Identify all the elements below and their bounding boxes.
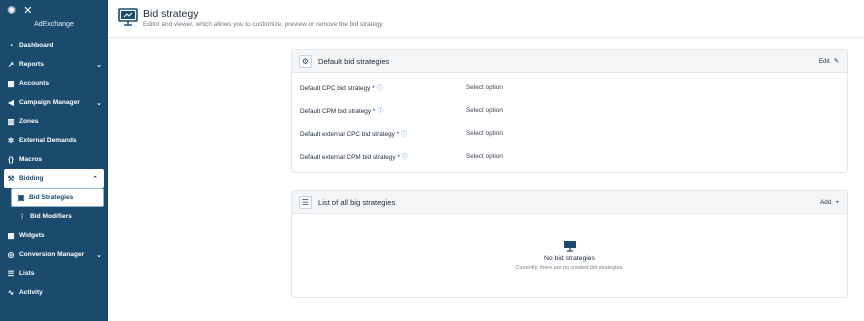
megaphone-icon: ◀ — [8, 98, 14, 107]
zones-icon: ▥ — [7, 117, 15, 126]
default-bid-strategies-card: ⚙ Default bid strategies Edit ✎ Default … — [291, 49, 848, 173]
sidebar-item-label: Lists — [19, 270, 35, 277]
setting-row: Default external CPC bid strategy * ⓘ Sel… — [292, 122, 847, 145]
bid-strategies-list-card: ☰ List of all big strategies Add + No bi… — [291, 190, 848, 298]
sidebar-item-conversion-manager[interactable]: ◎ Conversion Manager ⌄ — [0, 245, 108, 264]
sidebar-item-label: Bid Strategies — [29, 194, 74, 201]
sliders-icon: ⫶ — [21, 211, 23, 221]
sidebar-item-label: Dashboard — [19, 42, 54, 49]
gauge-icon: ◔ — [8, 41, 14, 50]
gear-icon: ✲ — [7, 136, 15, 145]
setting-label: Default CPM bid strategy * — [300, 108, 376, 115]
sidebar-item-accounts[interactable]: ▦ Accounts — [0, 74, 108, 93]
sidebar-item-lists[interactable]: ☰ Lists — [0, 264, 108, 283]
sidebar-item-label: External Demands — [19, 137, 77, 144]
accounts-icon: ▦ — [7, 79, 15, 88]
setting-row: Default external CPM bid strategy * ⓘ Sel… — [292, 145, 847, 168]
gear-icon: ⚙ — [299, 54, 312, 68]
widgets-icon: ▦ — [7, 231, 15, 240]
cpc-strategy-select[interactable]: Select option — [466, 84, 503, 91]
sidebar-header: ✺ ✕ AdExchange — [0, 0, 108, 34]
sidebar-item-widgets[interactable]: ▦ Widgets — [0, 226, 108, 245]
chevron-down-icon[interactable]: ⌄ — [96, 61, 102, 69]
info-icon[interactable]: ⓘ — [401, 132, 407, 138]
add-button[interactable]: Add + — [820, 199, 839, 206]
setting-label: Default external CPM bid strategy * — [300, 154, 400, 161]
sidebar-item-dashboard[interactable]: ◔ Dashboard — [0, 36, 108, 55]
presentation-icon — [118, 8, 138, 26]
list-icon: ☰ — [299, 195, 312, 209]
sidebar-item-label: Activity — [19, 289, 43, 296]
setting-label: Default CPC bid strategy * — [300, 85, 375, 92]
external-cpm-strategy-select[interactable]: Select option — [466, 153, 503, 160]
presentation-icon — [563, 241, 576, 252]
card-title: Default bid strategies — [318, 56, 390, 66]
page-header: Bid strategy Editor and viewer, which al… — [108, 0, 864, 38]
braces-icon: {} — [8, 155, 14, 164]
bidding-submenu: ▣ Bid Strategies ⫶ Bid Modifiers — [0, 188, 108, 226]
gavel-icon: ⚒ — [7, 174, 15, 183]
main-content: Bid strategy Editor and viewer, which al… — [108, 0, 864, 321]
card-header: ☰ List of all big strategies Add + — [292, 191, 847, 214]
strategy-icon: ▣ — [17, 193, 25, 202]
setting-label: Default external CPC bid strategy * — [300, 131, 400, 138]
sidebar-item-activity[interactable]: ∿ Activity — [0, 283, 108, 302]
pencil-icon: ✎ — [833, 57, 839, 65]
page-title: Bid strategy — [143, 8, 199, 20]
page-subtitle: Editor and viewer, which allows you to c… — [143, 21, 383, 28]
cpm-strategy-select[interactable]: Select option — [466, 107, 503, 114]
sidebar-item-bid-strategies[interactable]: ▣ Bid Strategies — [11, 188, 104, 207]
info-icon[interactable]: ⓘ — [377, 109, 383, 115]
sidebar-item-label: Campaign Manager — [19, 99, 80, 106]
edit-button[interactable]: Edit ✎ — [819, 58, 839, 65]
sidebar-item-zones[interactable]: ▥ Zones — [0, 112, 108, 131]
sidebar-item-label: Bidding — [19, 175, 44, 182]
external-cpc-strategy-select[interactable]: Select option — [466, 130, 503, 137]
info-icon[interactable]: ⓘ — [377, 86, 383, 92]
sidebar-item-label: Zones — [19, 118, 39, 125]
conversion-icon: ◎ — [7, 250, 15, 259]
card-title: List of all big strategies — [318, 197, 396, 207]
tools-icon[interactable]: ✕ — [23, 5, 32, 17]
list-icon: ☰ — [7, 269, 15, 278]
brand-name: AdExchange — [34, 21, 74, 28]
chevron-up-icon[interactable]: ⌃ — [92, 175, 98, 183]
edit-label: Edit — [818, 57, 830, 65]
card-header: ⚙ Default bid strategies Edit ✎ — [292, 50, 847, 73]
activity-icon: ∿ — [7, 288, 15, 297]
chevron-down-icon[interactable]: ⌄ — [96, 251, 102, 259]
sidebar-nav: ◔ Dashboard ↗ Reports ⌄ ▦ Accounts ◀ Cam… — [0, 36, 108, 302]
sidebar-item-label: Bid Modifiers — [30, 213, 72, 220]
setting-row: Default CPC bid strategy * ⓘ Select optio… — [292, 76, 847, 99]
sidebar-item-label: Reports — [19, 61, 44, 68]
spinner-icon[interactable]: ✺ — [7, 5, 16, 17]
sidebar-item-bidding[interactable]: ⚒ Bidding ⌃ — [4, 169, 104, 188]
empty-subtitle: Currently, there are no created bid stra… — [515, 265, 624, 271]
add-label: Add — [820, 198, 832, 206]
chevron-down-icon[interactable]: ⌄ — [96, 99, 102, 107]
sidebar: ✺ ✕ AdExchange ◔ Dashboard ↗ Reports ⌄ ▦… — [0, 0, 108, 321]
setting-row: Default CPM bid strategy * ⓘ Select optio… — [292, 99, 847, 122]
plus-icon: + — [835, 198, 839, 206]
sidebar-item-macros[interactable]: {} Macros — [0, 150, 108, 169]
sidebar-item-campaign-manager[interactable]: ◀ Campaign Manager ⌄ — [0, 93, 108, 112]
sidebar-item-label: Widgets — [19, 232, 45, 239]
sidebar-item-external-demands[interactable]: ✲ External Demands — [0, 131, 108, 150]
chart-icon: ↗ — [7, 60, 15, 69]
info-icon[interactable]: ⓘ — [402, 155, 408, 161]
sidebar-item-label: Conversion Manager — [19, 251, 85, 258]
sidebar-item-label: Accounts — [19, 80, 50, 87]
sidebar-item-bid-modifiers[interactable]: ⫶ Bid Modifiers — [11, 207, 108, 226]
empty-title: No bid strategies — [543, 255, 595, 262]
sidebar-item-label: Macros — [19, 156, 43, 163]
sidebar-item-reports[interactable]: ↗ Reports ⌄ — [0, 55, 108, 74]
empty-state: No bid strategies Currently, there are n… — [292, 214, 847, 297]
